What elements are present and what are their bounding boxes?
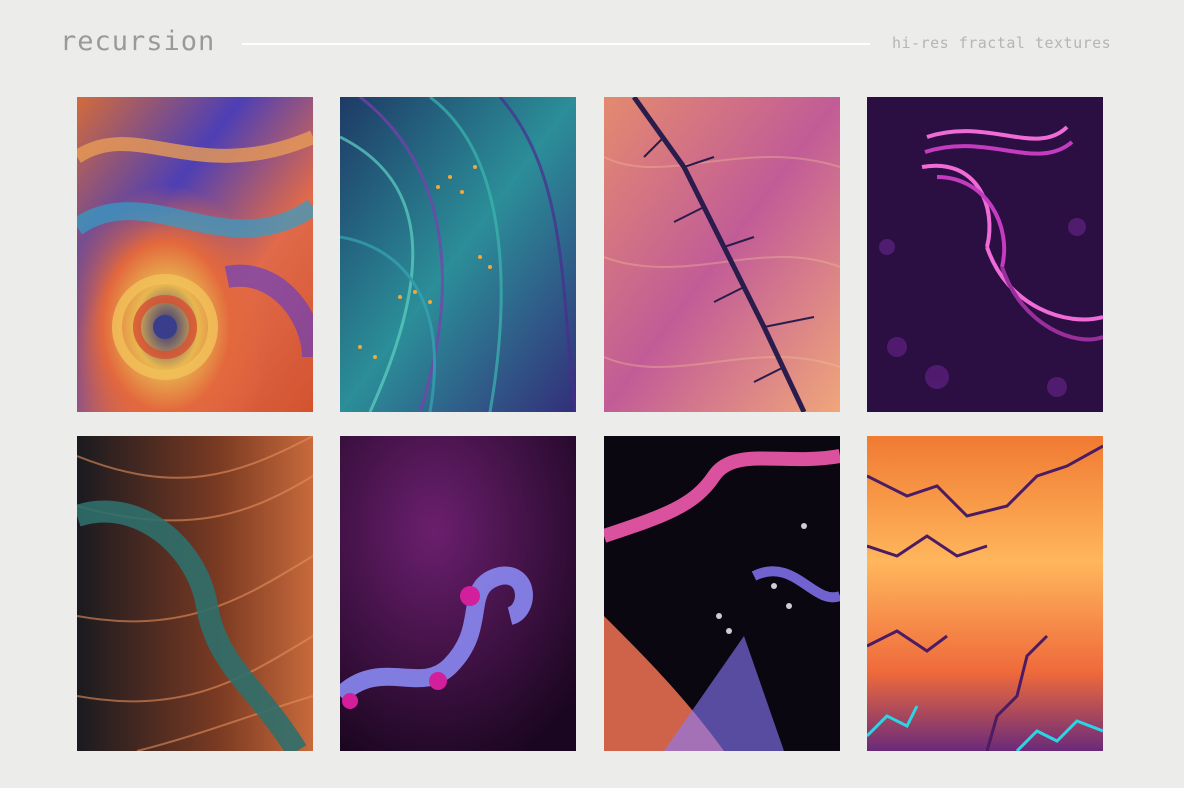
- page-title: recursion: [60, 26, 216, 57]
- texture-tile-1[interactable]: [77, 97, 313, 412]
- texture-tile-8[interactable]: [867, 436, 1103, 751]
- texture-tile-6[interactable]: [340, 436, 576, 751]
- header-divider: [242, 43, 870, 45]
- pink-branch-fractal-icon: [604, 97, 840, 412]
- texture-tile-5[interactable]: [77, 436, 313, 751]
- orange-lightning-fractal-icon: [867, 436, 1103, 751]
- texture-tile-3[interactable]: [604, 97, 840, 412]
- teal-flow-fractal-icon: [340, 97, 576, 412]
- purple-wave-fractal-icon: [867, 97, 1103, 412]
- swirl-spiral-fractal-icon: [77, 97, 313, 412]
- texture-tile-2[interactable]: [340, 97, 576, 412]
- page-subtitle: hi-res fractal textures: [892, 34, 1112, 52]
- texture-tile-4[interactable]: [867, 97, 1103, 412]
- violet-curl-fractal-icon: [340, 436, 576, 751]
- copper-feather-fractal-icon: [77, 436, 313, 751]
- texture-tile-7[interactable]: [604, 436, 840, 751]
- header: recursion hi-res fractal textures: [0, 0, 1184, 90]
- neon-burst-fractal-icon: [604, 436, 840, 751]
